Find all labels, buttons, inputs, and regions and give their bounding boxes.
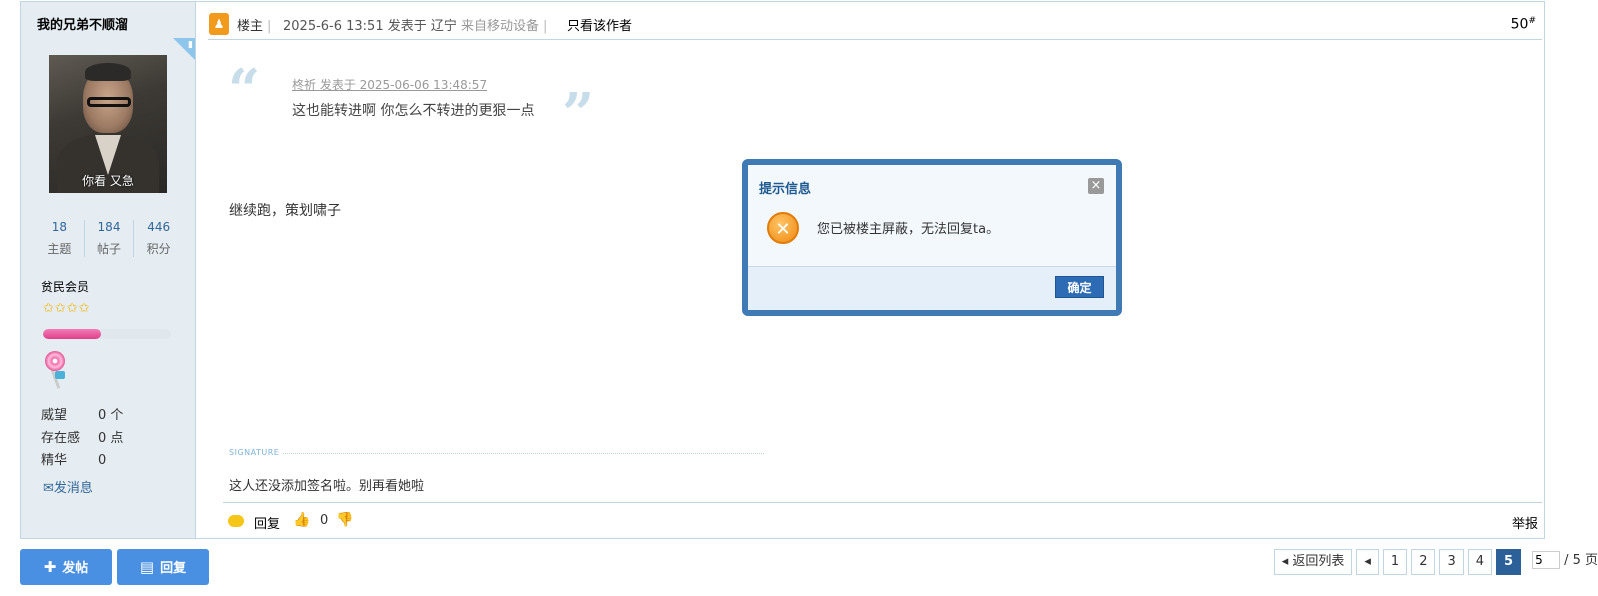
page-current[interactable]: 5: [1496, 549, 1522, 575]
like-count: 0: [320, 513, 329, 528]
page-2[interactable]: 2: [1411, 549, 1436, 575]
level-progress-bar: [43, 329, 171, 339]
page-1[interactable]: 1: [1382, 549, 1408, 575]
mobile-icon: ▮: [173, 38, 195, 60]
stat-posts[interactable]: 184 帖子: [85, 220, 135, 257]
dialog-message: 您已被楼主屏蔽，无法回复ta。: [817, 222, 1000, 237]
info-digest: 精华 0: [41, 453, 107, 468]
dialog-footer: 确定: [748, 266, 1116, 310]
post-meta: 2025-6-6 13:51 发表于 辽宁 来自移动设备 |: [283, 19, 548, 34]
thumb-up-icon[interactable]: 👍: [293, 512, 310, 528]
send-message-link[interactable]: ✉发消息: [43, 477, 93, 496]
user-stats: 18 主题 184 帖子 446 积分: [35, 220, 183, 257]
page-input[interactable]: [1532, 551, 1561, 569]
back-to-list-button[interactable]: ◂ 返回列表: [1273, 549, 1353, 575]
info-presence: 存在感 0 点: [41, 430, 124, 446]
pagination: ◂ 返回列表 ◂ 1 2 3 4 5 / 5 页: [1270, 549, 1598, 575]
star-rating: ✩✩✩✩: [43, 301, 91, 316]
user-sidebar: 我的兄弟不顺溜 ▮ 你看 又急 18 主题 184 帖子 446 积分 贫民会员 ✩✩…: [21, 2, 196, 538]
post-body: 继续跑，策划啸子: [229, 203, 341, 219]
post-footer: 回复 👍 0 👎 举报: [223, 502, 1542, 539]
comment-icon: ▤: [139, 558, 155, 576]
error-icon: ✕: [767, 212, 799, 244]
close-quote-icon: ”: [562, 81, 595, 147]
from-mobile[interactable]: 来自移动设备: [461, 19, 539, 34]
mail-icon: ✉: [43, 481, 54, 496]
stat-points[interactable]: 446 积分: [134, 220, 183, 257]
page-total: / 5 页: [1564, 553, 1598, 568]
info-prestige: 威望 0 个: [41, 408, 124, 423]
lollipop-medal-icon[interactable]: [43, 347, 69, 391]
signature-label: SIGNATURE: [229, 448, 284, 457]
alert-dialog: 提示信息 × ✕ 您已被楼主屏蔽，无法回复ta。 确定: [742, 159, 1122, 316]
dialog-title: 提示信息: [759, 182, 812, 197]
reply-button[interactable]: ▤ 回复: [117, 549, 209, 585]
report-link[interactable]: 举报: [1512, 513, 1538, 532]
signature-divider: [229, 453, 764, 454]
quote-meta[interactable]: 柊祈 发表于 2025-06-06 13:48:57: [292, 76, 487, 93]
thumb-down-icon[interactable]: 👎: [336, 512, 353, 528]
user-group[interactable]: 贫民会员: [41, 278, 89, 295]
page-jump: / 5 页: [1525, 549, 1598, 575]
prev-page-button[interactable]: ◂: [1356, 549, 1379, 575]
stat-threads[interactable]: 18 主题: [35, 220, 85, 257]
page-3[interactable]: 3: [1439, 549, 1464, 575]
avatar-caption: 你看 又急: [82, 174, 134, 188]
ok-button[interactable]: 确定: [1055, 276, 1104, 298]
author-role: 楼主: [237, 19, 264, 34]
avatar[interactable]: 你看 又急: [49, 55, 167, 193]
signature-text: 这人还没添加签名啦。别再看她啦: [229, 479, 425, 494]
quote-block: “ 柊祈 发表于 2025-06-06 13:48:57 这也能转进啊 你怎么不…: [228, 62, 608, 142]
reply-icon[interactable]: [228, 515, 244, 527]
triangle-left-icon: ◂: [1364, 554, 1371, 569]
reply-link[interactable]: 回复: [254, 513, 280, 532]
user-info: 威望 0 个 存在感 0 点 精华 0: [41, 404, 123, 472]
triangle-left-icon: ◂: [1281, 554, 1293, 569]
plus-icon: ✚: [43, 558, 57, 576]
post-header: ♟ 楼主 | 2025-6-6 13:51 发表于 辽宁 来自移动设备 | 只看该作…: [208, 2, 1542, 40]
quote-text: 这也能转进啊 你怎么不转进的更狠一点: [292, 103, 535, 119]
floor-number[interactable]: 50#: [1511, 16, 1536, 33]
new-post-button[interactable]: ✚ 发帖: [20, 549, 112, 585]
open-quote-icon: “: [228, 57, 261, 123]
host-icon: ♟: [209, 13, 229, 35]
page-4[interactable]: 4: [1467, 549, 1493, 575]
username[interactable]: 我的兄弟不顺溜: [37, 14, 128, 33]
only-author-link[interactable]: 只看该作者: [567, 15, 632, 34]
close-icon[interactable]: ×: [1088, 178, 1104, 194]
